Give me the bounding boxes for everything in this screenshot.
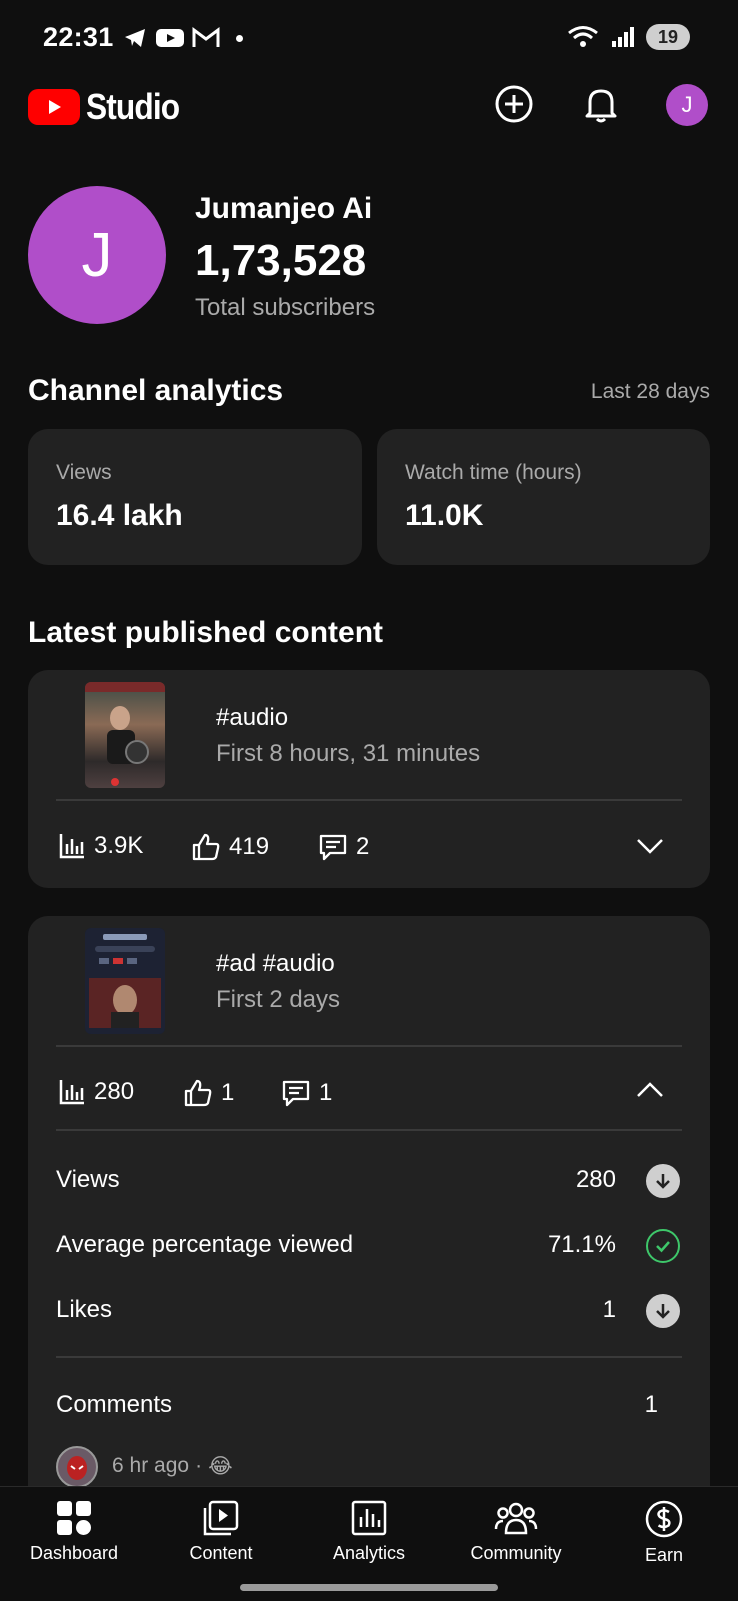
create-button[interactable] bbox=[494, 84, 534, 124]
video-likes-value: 1 bbox=[221, 1079, 235, 1106]
telegram-icon bbox=[125, 29, 145, 47]
nav-label: Community bbox=[470, 1543, 562, 1563]
nav-label: Content bbox=[189, 1543, 253, 1563]
video-views-value: 3.9K bbox=[94, 832, 144, 859]
latest-content-title: Latest published content bbox=[28, 616, 384, 649]
watch-time-card[interactable]: Watch time (hours) 11.0K bbox=[377, 429, 710, 565]
analytics-range: Last 28 days bbox=[590, 380, 710, 403]
video-views: 3.9K bbox=[58, 832, 143, 860]
youtube-play-icon bbox=[28, 89, 80, 125]
detail-avg-viewed-value: 71.1% bbox=[547, 1231, 616, 1258]
video-card-2[interactable]: #ad #audio First 2 days 280 1 1 Views 28… bbox=[28, 916, 710, 1516]
analytics-icon bbox=[351, 1500, 387, 1536]
nav-dashboard[interactable]: Dashboard bbox=[4, 1499, 144, 1564]
card-divider bbox=[56, 1045, 682, 1047]
comment-time: 6 hr ago bbox=[112, 1454, 190, 1477]
bar-chart-icon bbox=[59, 1080, 84, 1105]
battery-indicator: 19 bbox=[646, 24, 690, 50]
trend-down-icon bbox=[646, 1294, 680, 1328]
nav-label: Analytics bbox=[332, 1543, 406, 1563]
views-card[interactable]: Views 16.4 lakh bbox=[28, 429, 362, 565]
video-views-value: 280 bbox=[94, 1078, 135, 1105]
content-icon bbox=[203, 1500, 239, 1536]
youtube-studio-logo[interactable]: Studio bbox=[28, 86, 192, 128]
video-likes-value: 419 bbox=[229, 833, 270, 860]
channel-name: Jumanjeo Ai bbox=[195, 192, 373, 225]
notifications-button[interactable] bbox=[581, 84, 621, 124]
video-likes: 419 bbox=[191, 832, 269, 862]
chevron-up-icon bbox=[637, 1082, 663, 1097]
collapse-button[interactable] bbox=[634, 1074, 666, 1111]
detail-views-value: 280 bbox=[575, 1166, 616, 1193]
thumbs-up-icon bbox=[192, 833, 220, 861]
card-divider bbox=[56, 799, 682, 801]
watch-time-card-label: Watch time (hours) bbox=[405, 461, 582, 484]
earn-icon bbox=[645, 1500, 683, 1538]
comment-icon bbox=[282, 1080, 310, 1107]
trend-down-icon bbox=[646, 1164, 680, 1198]
views-card-label: Views bbox=[56, 461, 112, 484]
subscriber-count: 1,73,528 bbox=[195, 236, 367, 285]
commenter-avatar[interactable] bbox=[56, 1446, 98, 1488]
nav-label: Earn bbox=[644, 1545, 684, 1565]
video-period: First 8 hours, 31 minutes bbox=[216, 740, 481, 767]
bell-icon bbox=[585, 89, 617, 123]
video-likes: 1 bbox=[183, 1078, 234, 1108]
nav-earn[interactable]: Earn bbox=[594, 1499, 734, 1566]
watch-time-card-value: 11.0K bbox=[405, 499, 484, 532]
community-icon bbox=[494, 1502, 538, 1535]
status-time: 22:31 bbox=[43, 22, 114, 52]
comments-count: 1 bbox=[644, 1391, 658, 1418]
nav-community[interactable]: Community bbox=[446, 1499, 586, 1564]
nav-content[interactable]: Content bbox=[151, 1499, 291, 1564]
comment-icon bbox=[319, 834, 347, 861]
video-comments-value: 1 bbox=[319, 1079, 333, 1106]
gesture-home-bar[interactable] bbox=[240, 1584, 498, 1591]
expand-button[interactable] bbox=[634, 830, 666, 867]
plus-circle-icon bbox=[495, 85, 533, 123]
subscriber-label: Total subscribers bbox=[195, 294, 376, 321]
latest-comment-meta: 6 hr ago · 😂 bbox=[112, 1454, 233, 1479]
youtube-icon bbox=[156, 29, 184, 47]
card-divider bbox=[56, 1129, 682, 1131]
video-period: First 2 days bbox=[216, 986, 341, 1013]
video-comments: 1 bbox=[281, 1078, 332, 1108]
gmail-icon bbox=[192, 27, 220, 47]
chevron-down-icon bbox=[637, 839, 663, 854]
check-circle-icon bbox=[646, 1229, 680, 1263]
channel-analytics-title: Channel analytics bbox=[28, 374, 284, 407]
channel-avatar: J bbox=[28, 186, 166, 324]
video-title: #audio bbox=[216, 704, 289, 731]
bar-chart-icon bbox=[59, 834, 84, 859]
thumbs-up-icon bbox=[184, 1079, 212, 1107]
nav-label: Dashboard bbox=[29, 1543, 119, 1563]
video-card-1[interactable]: #audio First 8 hours, 31 minutes 3.9K 41… bbox=[28, 670, 710, 888]
views-card-value: 16.4 lakh bbox=[56, 499, 183, 532]
video-comments-value: 2 bbox=[356, 833, 370, 860]
system-indicators: 19 bbox=[566, 24, 690, 50]
comment-emoji: 😂 bbox=[208, 1455, 233, 1478]
video-thumbnail[interactable] bbox=[85, 682, 165, 788]
card-divider bbox=[56, 1356, 682, 1358]
video-thumbnail[interactable] bbox=[85, 928, 165, 1034]
wifi-icon bbox=[568, 26, 598, 47]
notification-icons bbox=[122, 26, 243, 50]
video-title: #ad #audio bbox=[216, 950, 335, 977]
detail-avg-viewed-label: Average percentage viewed bbox=[56, 1231, 354, 1258]
account-avatar-button[interactable]: J bbox=[666, 84, 708, 126]
brand-name: Studio bbox=[86, 86, 180, 127]
dashboard-icon bbox=[57, 1501, 91, 1535]
comments-label: Comments bbox=[56, 1391, 173, 1418]
detail-likes-value: 1 bbox=[602, 1296, 616, 1323]
separator-dot: · bbox=[195, 1454, 203, 1477]
more-notifications-dot bbox=[236, 34, 243, 42]
detail-views-label: Views bbox=[56, 1166, 120, 1193]
video-views: 280 bbox=[58, 1078, 134, 1106]
detail-likes-label: Likes bbox=[56, 1296, 113, 1323]
nav-analytics[interactable]: Analytics bbox=[299, 1499, 439, 1564]
video-comments: 2 bbox=[318, 832, 369, 862]
signal-icon bbox=[612, 27, 634, 47]
